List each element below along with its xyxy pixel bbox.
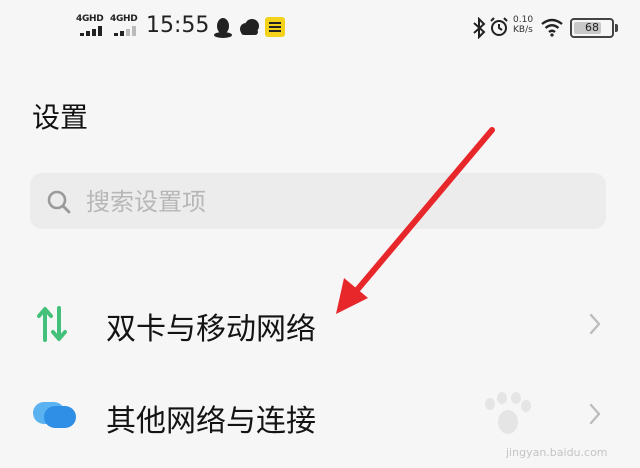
sim2-network-type: 4GHD	[110, 14, 138, 24]
sim1-network-type: 4GHD	[76, 14, 104, 24]
cloud-icon	[240, 19, 259, 35]
alarm-icon	[490, 17, 508, 36]
qq-icon	[214, 18, 232, 38]
net-speed: 0.10 KB/s	[513, 15, 533, 35]
page-title: 设置	[32, 101, 89, 134]
menu-item-dual-sim-mobile-network[interactable]: 双卡与移动网络	[0, 284, 640, 364]
wifi-icon	[541, 18, 563, 37]
search-input[interactable]	[84, 183, 568, 221]
dual-sim-arrows-icon	[37, 306, 67, 342]
menu-item-label: 其他网络与连接	[106, 404, 316, 439]
bluetooth-icon	[473, 17, 486, 39]
battery-percent: 68	[585, 21, 599, 34]
sim2-signal-bars-icon	[114, 26, 136, 36]
search-icon	[47, 190, 71, 214]
watermark-url: jingyan.baidu.com	[506, 446, 608, 459]
menu-item-label: 双卡与移动网络	[106, 312, 316, 347]
app-badge-icon	[265, 17, 285, 37]
status-time: 15:55	[146, 13, 210, 38]
cloud-bubbles-icon	[33, 402, 76, 428]
net-speed-unit: KB/s	[513, 25, 533, 35]
search-bar[interactable]	[30, 173, 606, 229]
sim1-signal-bars-icon	[80, 26, 102, 36]
battery-icon: 68	[570, 18, 618, 38]
sim2-signal: 4GHD	[110, 14, 140, 40]
sim1-signal: 4GHD	[76, 14, 106, 40]
net-speed-value: 0.10	[513, 15, 534, 25]
chevron-right-icon	[589, 313, 601, 335]
status-bar: 4GHD 4GHD 15:55 0.10 KB/s 68	[0, 0, 640, 56]
